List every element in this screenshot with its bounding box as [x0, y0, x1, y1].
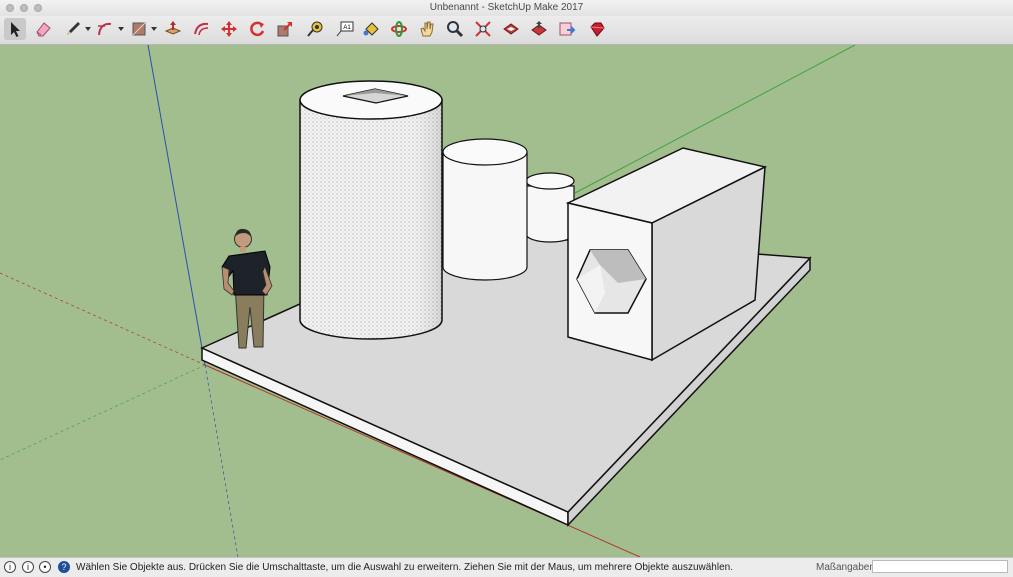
rectangle-icon	[132, 22, 146, 36]
warehouse-icon	[503, 23, 519, 35]
model-canvas[interactable]	[0, 45, 1013, 557]
move-tool[interactable]	[218, 18, 240, 40]
paint-bucket-tool[interactable]	[360, 18, 382, 40]
measurements-input[interactable]	[872, 560, 1008, 573]
line-tool-dropdown-caret[interactable]	[85, 27, 91, 31]
tape-measure-tool[interactable]	[304, 18, 326, 40]
rotate-tool[interactable]	[246, 18, 268, 40]
extension-warehouse-tool[interactable]	[586, 18, 608, 40]
share-model-tool[interactable]	[528, 18, 550, 40]
user-account-icon[interactable]: •	[39, 561, 51, 573]
pan-tool[interactable]	[416, 18, 438, 40]
tape-measure-icon	[307, 21, 323, 37]
warehouse-tool[interactable]	[500, 18, 522, 40]
send-to-layout-tool[interactable]	[556, 18, 578, 40]
model-viewport[interactable]	[0, 45, 1013, 557]
rotate-icon	[250, 21, 265, 37]
offset-tool[interactable]	[190, 18, 212, 40]
blue-axis-inferred	[204, 364, 239, 557]
offset-icon	[194, 22, 209, 36]
status-bar: i i • ? Wählen Sie Objekte aus. Drücken …	[0, 557, 1013, 577]
measurements-label: Maßangaben	[816, 562, 875, 573]
push-pull-icon	[164, 21, 182, 35]
title-bar: Unbenannt - SketchUp Make 2017	[0, 0, 1013, 16]
medium-cylinder[interactable]	[442, 138, 528, 281]
line-tool[interactable]	[62, 18, 84, 40]
ruby-icon	[590, 22, 605, 37]
orbit-tool[interactable]	[388, 18, 410, 40]
paint-bucket-icon	[363, 22, 379, 36]
layout-icon	[559, 22, 576, 36]
blue-axis	[147, 45, 206, 366]
magnifier-icon	[447, 21, 464, 38]
move-icon	[221, 21, 237, 37]
small-cylinder[interactable]	[525, 172, 575, 243]
text-tool[interactable]: A1	[334, 18, 356, 40]
scale-icon	[277, 22, 292, 37]
red-axis-inferred	[0, 272, 206, 366]
arc-icon	[98, 22, 112, 36]
eraser-tool[interactable]	[32, 18, 54, 40]
text-tool-label: A1	[343, 25, 351, 31]
pencil-icon	[67, 22, 80, 35]
zoom-extents-icon	[475, 21, 491, 37]
zoom-tool[interactable]	[444, 18, 466, 40]
push-pull-tool[interactable]	[162, 18, 184, 40]
credits-icon[interactable]: i	[22, 561, 34, 573]
green-axis-inferred	[0, 364, 206, 461]
arc-tool-dropdown-caret[interactable]	[118, 27, 124, 31]
arc-tool[interactable]	[94, 18, 116, 40]
scale-tool[interactable]	[274, 18, 296, 40]
shape-tool-dropdown-caret[interactable]	[151, 27, 157, 31]
shape-tool[interactable]	[128, 18, 150, 40]
status-message: Wählen Sie Objekte aus. Drücken Sie die …	[76, 562, 733, 573]
large-cylinder[interactable]	[299, 80, 443, 340]
text-icon: A1	[336, 21, 354, 37]
arrow-icon	[11, 22, 20, 37]
share-icon	[531, 21, 547, 36]
select-tool[interactable]	[4, 18, 26, 40]
orbit-icon	[391, 21, 407, 37]
eraser-icon	[36, 22, 51, 37]
zoom-extents-tool[interactable]	[472, 18, 494, 40]
geo-location-icon[interactable]: i	[4, 561, 16, 573]
window-title: Unbenannt - SketchUp Make 2017	[429, 2, 584, 13]
instructor-help-icon[interactable]: ?	[58, 561, 70, 573]
large-tool-set-toolbar: A1	[0, 16, 1013, 45]
hand-icon	[420, 21, 434, 37]
